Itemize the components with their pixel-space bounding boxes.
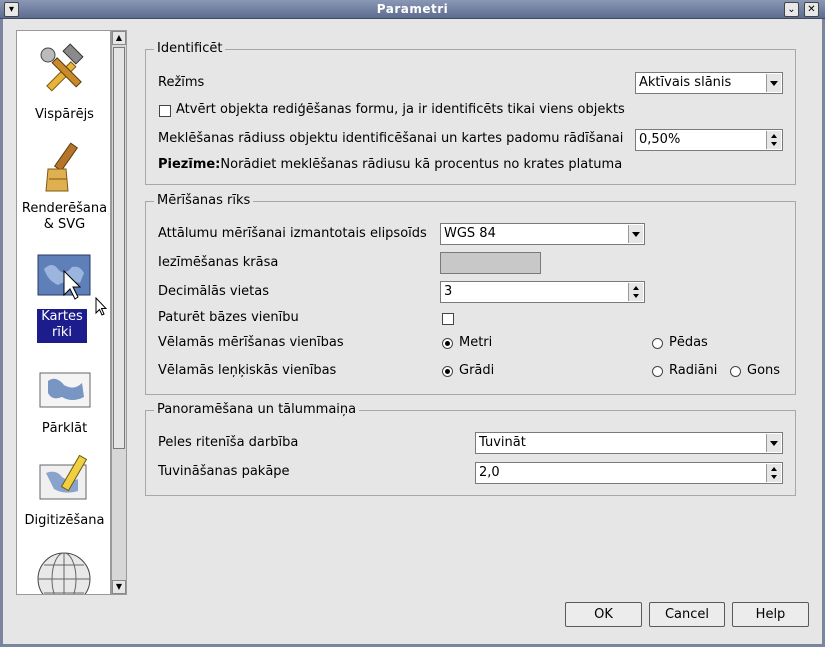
mode-label: Režīms xyxy=(158,75,205,90)
measure-group: Mērīšanas rīks Attālumu mērīšanai izmant… xyxy=(145,193,796,395)
measure-legend: Mērīšanas rīks xyxy=(154,193,254,208)
spin-buttons[interactable] xyxy=(766,464,781,482)
ellipsoid-value: WGS 84 xyxy=(444,226,496,241)
keep-base-label: Paturēt bāzes vienību xyxy=(158,310,299,325)
spin-up-icon[interactable] xyxy=(771,134,777,138)
sidebar-item-general[interactable]: Vispārējs xyxy=(17,39,110,129)
spin-down-icon[interactable] xyxy=(771,475,777,479)
sidebar-item-label: Pārklāt xyxy=(41,421,88,436)
spin-down-icon[interactable] xyxy=(633,294,639,298)
window-title: Parametri xyxy=(376,2,449,16)
pan-zoom-legend: Panoramēšana un tālummaiņa xyxy=(154,402,360,417)
spin-buttons[interactable] xyxy=(766,131,781,149)
mouse-pointer-icon xyxy=(95,297,107,316)
close-icon[interactable]: ✕ xyxy=(804,2,819,17)
title-bar[interactable]: ▾ Parametri ⌄ ✕ xyxy=(0,0,825,19)
paintbrush-icon xyxy=(45,142,79,192)
sidebar-item-digitizing[interactable]: Digitizēšana xyxy=(17,451,110,541)
chevron-down-icon[interactable] xyxy=(766,434,781,452)
map-cursor-icon xyxy=(37,254,91,300)
identify-group: Identificēt Režīms Aktīvais slānis Atvēr… xyxy=(145,41,796,185)
chevron-down-icon[interactable] xyxy=(766,74,781,92)
angle-radio-gradi[interactable] xyxy=(442,366,453,377)
identify-legend: Identificēt xyxy=(154,41,226,56)
units-option-metri: Metri xyxy=(459,335,493,350)
wheel-action-select[interactable]: Tuvināt xyxy=(475,432,783,454)
shade-icon[interactable]: ⌄ xyxy=(784,2,799,17)
angle-radio-radiani[interactable] xyxy=(652,366,663,377)
angle-label: Vēlamās leņķiskās vienības xyxy=(158,363,337,378)
zoom-factor-spinbox[interactable]: 2,0 xyxy=(475,462,783,484)
radius-spinbox[interactable]: 0,50% xyxy=(635,129,783,151)
zoom-factor-label: Tuvināšanas pakāpe xyxy=(158,464,290,479)
units-radio-metri[interactable] xyxy=(442,338,453,349)
wheel-action-value: Tuvināt xyxy=(479,435,526,450)
angle-option-gons: Gons xyxy=(747,363,781,378)
color-picker-button[interactable] xyxy=(440,252,541,274)
scroll-down-icon[interactable]: ▼ xyxy=(112,580,126,594)
globe-icon xyxy=(37,552,91,594)
sidebar-item-map-tools[interactable]: Kartes rīki xyxy=(17,245,110,345)
keep-base-checkbox[interactable] xyxy=(442,313,454,325)
overlay-map-icon xyxy=(39,372,91,408)
mode-select[interactable]: Aktīvais slānis xyxy=(635,72,783,94)
radius-note: Piezīme:Norādiet meklēšanas rādiusu kā p… xyxy=(158,157,622,172)
color-label: Iezīmēšanas krāsa xyxy=(158,255,279,270)
cancel-button[interactable]: Cancel xyxy=(649,602,725,627)
ellipsoid-label: Attālumu mērīšanai izmantotais elipsoīds xyxy=(158,226,427,241)
scroll-thumb[interactable] xyxy=(113,47,125,449)
ellipsoid-select[interactable]: WGS 84 xyxy=(440,223,645,245)
radius-label: Meklēšanas rādiuss objektu identificēšan… xyxy=(158,131,624,146)
zoom-factor-value: 2,0 xyxy=(479,465,500,480)
spin-buttons[interactable] xyxy=(628,283,643,301)
decimals-value: 3 xyxy=(444,284,453,299)
wheel-label: Peles ritenīša darbība xyxy=(158,435,299,450)
note-bold: Piezīme: xyxy=(158,157,221,172)
sidebar-item-label: Renderēšana & SVG xyxy=(21,201,108,232)
mode-select-value: Aktīvais slānis xyxy=(639,75,732,90)
angle-option-gradi: Grādi xyxy=(459,363,495,378)
ok-button[interactable]: OK xyxy=(565,602,642,627)
note-text: Norādiet meklēšanas rādiusu kā procentus… xyxy=(220,157,623,172)
tools-icon xyxy=(40,43,84,92)
radius-value: 0,50% xyxy=(639,132,681,147)
chevron-down-icon[interactable] xyxy=(628,225,643,243)
sidebar-item-overlay[interactable]: Pārklāt xyxy=(17,361,110,451)
decimals-spinbox[interactable]: 3 xyxy=(440,281,645,303)
open-form-label: Atvērt objekta rediģēšanas formu, ja ir … xyxy=(176,102,625,117)
sidebar-item-label: Kartes rīki xyxy=(37,309,87,343)
spin-down-icon[interactable] xyxy=(771,142,777,146)
sidebar-item-label: Vispārējs xyxy=(35,107,94,122)
units-radio-pedas[interactable] xyxy=(652,338,663,349)
units-option-pedas: Pēdas xyxy=(669,335,708,350)
scroll-up-icon[interactable]: ▲ xyxy=(112,31,126,45)
angle-option-radiani: Radiāni xyxy=(669,363,718,378)
help-button[interactable]: Help xyxy=(732,602,809,627)
decimals-label: Decimālās vietas xyxy=(158,284,270,299)
sidebar-scrollbar[interactable]: ▲ ▼ xyxy=(111,30,127,595)
units-label: Vēlamās mērīšanas vienības xyxy=(158,335,344,350)
pan-zoom-group: Panoramēšana un tālummaiņa Peles ritenīš… xyxy=(145,402,796,496)
spin-up-icon[interactable] xyxy=(771,467,777,471)
open-form-checkbox[interactable] xyxy=(159,105,171,117)
window-frame-left xyxy=(0,19,3,647)
sidebar-item-rendering[interactable]: Renderēšana & SVG xyxy=(17,135,110,235)
sidebar-item-projection[interactable] xyxy=(17,545,110,594)
sidebar-item-label: Digitizēšana xyxy=(24,513,105,528)
digitize-pencil-icon xyxy=(39,454,88,500)
spin-up-icon[interactable] xyxy=(633,286,639,290)
angle-radio-gons[interactable] xyxy=(730,366,741,377)
